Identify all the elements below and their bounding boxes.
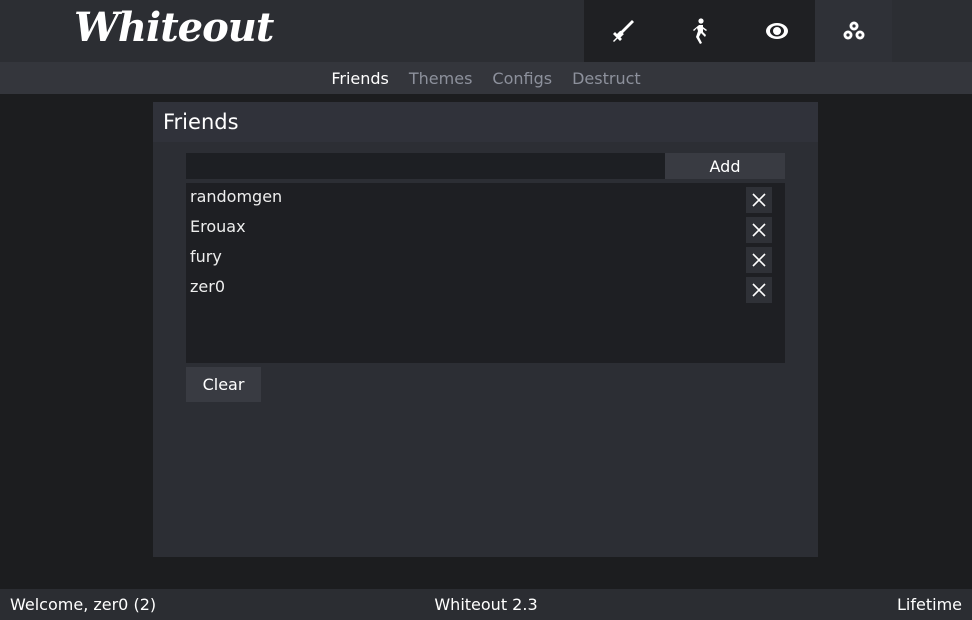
remove-friend-button[interactable] — [746, 247, 772, 273]
friends-panel: Friends Add randomgen Erouax fury zer0 C… — [153, 102, 818, 557]
close-icon — [752, 223, 766, 237]
license-text: Lifetime — [897, 595, 962, 614]
close-icon — [752, 253, 766, 267]
category-tabs — [584, 0, 892, 62]
app-logo: Whiteout — [74, 4, 274, 51]
panel-title: Friends — [153, 102, 818, 142]
sub-navigation: Friends Themes Configs Destruct — [0, 62, 972, 94]
version-text: Whiteout 2.3 — [434, 595, 538, 614]
tab-movement[interactable] — [661, 0, 738, 62]
friend-name-input[interactable] — [186, 153, 665, 179]
list-item: Erouax — [186, 213, 785, 243]
subnav-themes[interactable]: Themes — [409, 69, 473, 88]
list-item: randomgen — [186, 183, 785, 213]
friend-list: randomgen Erouax fury zer0 — [186, 183, 785, 363]
cogs-icon — [843, 21, 864, 40]
list-item: fury — [186, 243, 785, 273]
add-button[interactable]: Add — [665, 153, 785, 179]
clear-button[interactable]: Clear — [186, 367, 261, 402]
tab-visuals[interactable] — [738, 0, 815, 62]
subnav-friends[interactable]: Friends — [331, 69, 389, 88]
subnav-configs[interactable]: Configs — [492, 69, 552, 88]
list-item: zer0 — [186, 273, 785, 303]
add-friend-row: Add — [186, 153, 785, 179]
tab-combat[interactable] — [584, 0, 661, 62]
close-icon — [752, 193, 766, 207]
eye-icon — [765, 23, 788, 39]
sword-icon — [612, 20, 634, 42]
subnav-destruct[interactable]: Destruct — [572, 69, 641, 88]
close-icon — [752, 283, 766, 297]
walking-person-icon — [692, 18, 707, 44]
friend-name: fury — [190, 246, 222, 266]
remove-friend-button[interactable] — [746, 187, 772, 213]
friend-name: randomgen — [190, 186, 283, 206]
friend-name: Erouax — [190, 216, 246, 236]
status-bar: Welcome, zer0 (2) Whiteout 2.3 Lifetime — [0, 589, 972, 620]
friend-name: zer0 — [190, 276, 225, 296]
top-bar: Whiteout — [0, 0, 972, 62]
remove-friend-button[interactable] — [746, 277, 772, 303]
remove-friend-button[interactable] — [746, 217, 772, 243]
tab-misc[interactable] — [815, 0, 892, 62]
